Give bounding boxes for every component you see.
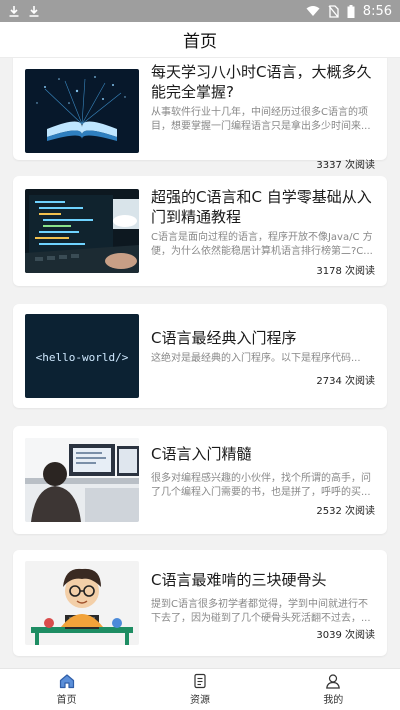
read-count: 2734 次阅读 [316, 376, 375, 387]
glowing-book-image [25, 69, 139, 153]
article-desc: 提到C语言很多初学者都觉得，学到中间就进行不下去了，因为碰到了几个硬骨头死活翻不… [151, 599, 371, 624]
page-title: 首页 [183, 32, 217, 52]
read-count: 3337 次阅读 [316, 160, 375, 171]
tab-label: 资源 [189, 695, 210, 706]
tab-label: 我的 [323, 695, 344, 706]
read-count: 2532 次阅读 [316, 506, 375, 517]
article-desc: C语言是面向过程的语言，程序开放不像Java/C 方便，为什么依然能稳居计算机语… [151, 232, 373, 257]
status-left [8, 5, 40, 17]
tab-profile[interactable]: 我的 [267, 669, 400, 710]
article-title: C语言最经典入门程序 [151, 329, 297, 347]
no-sim-icon [328, 4, 339, 18]
download-icon [8, 5, 20, 17]
read-count: 3178 次阅读 [316, 266, 375, 277]
app-bar: 首页 [0, 22, 400, 58]
home-icon [59, 673, 75, 689]
article-title: C语言入门精髓 [151, 445, 252, 463]
article-title: C语言最难啃的三块硬骨头 [151, 571, 327, 589]
document-icon [192, 673, 208, 689]
download-icon [28, 5, 40, 17]
cartoon-boy-laptop-image [25, 561, 139, 645]
article-body: C语言入门精髓 很多对编程感兴趣的小伙伴，找个所谓的高手，问了几个编程入门需要的… [151, 426, 375, 534]
article-title: 超强的C语言和C 自学零基础从入门到精通教程 [151, 188, 372, 226]
hello-world-image: <hello-world/> [25, 314, 139, 398]
tab-label: 首页 [56, 695, 77, 706]
svg-text:<hello-world/>: <hello-world/> [36, 351, 129, 364]
person-at-monitors-image [25, 438, 139, 522]
article-card[interactable]: C语言最难啃的三块硬骨头 提到C语言很多初学者都觉得，学到中间就进行不下去了，因… [13, 550, 387, 656]
status-right: 8:56 [306, 4, 392, 19]
article-body: 超强的C语言和C 自学零基础从入门到精通教程 C语言是面向过程的语言，程序开放不… [151, 176, 375, 286]
article-body: C语言最经典入门程序 这绝对是最经典的入门程序。以下是程序代码... 2734 … [151, 304, 375, 408]
status-time: 8:56 [362, 3, 392, 19]
wifi-icon [306, 5, 320, 17]
laptop-code-image [25, 189, 139, 273]
article-card[interactable]: 超强的C语言和C 自学零基础从入门到精通教程 C语言是面向过程的语言，程序开放不… [13, 176, 387, 286]
article-feed[interactable]: 每天学习八小时C语言，大概多久能完全掌握? 从事软件行业十几年，中间经历过很多C… [0, 58, 400, 668]
tab-resources[interactable]: 资源 [133, 669, 266, 710]
article-body: C语言最难啃的三块硬骨头 提到C语言很多初学者都觉得，学到中间就进行不下去了，因… [151, 550, 375, 656]
status-bar: 8:56 [0, 0, 400, 22]
user-icon [325, 673, 341, 689]
read-count: 3039 次阅读 [316, 630, 375, 641]
article-desc: 很多对编程感兴趣的小伙伴，找个所谓的高手，问了几个编程入门需要的书，也是拼了，呼… [151, 473, 371, 498]
article-card[interactable]: 每天学习八小时C语言，大概多久能完全掌握? 从事软件行业十几年，中间经历过很多C… [13, 58, 387, 171]
bottom-tab-bar: 首页 资源 我的 [0, 668, 400, 710]
battery-icon [347, 4, 355, 18]
article-card[interactable]: <hello-world/> C语言最经典入门程序 这绝对是最经典的入门程序。以… [13, 304, 387, 408]
article-card[interactable]: C语言入门精髓 很多对编程感兴趣的小伙伴，找个所谓的高手，问了几个编程入门需要的… [13, 426, 387, 534]
article-title: 每天学习八小时C语言，大概多久能完全掌握? [151, 63, 372, 101]
article-desc: 从事软件行业十几年，中间经历过很多C语言的项目，想要掌握一门编程语言只是拿出多少… [151, 107, 371, 132]
tab-home[interactable]: 首页 [0, 669, 133, 710]
article-body: 每天学习八小时C语言，大概多久能完全掌握? 从事软件行业十几年，中间经历过很多C… [151, 58, 375, 171]
article-desc: 这绝对是最经典的入门程序。以下是程序代码... [151, 353, 361, 364]
